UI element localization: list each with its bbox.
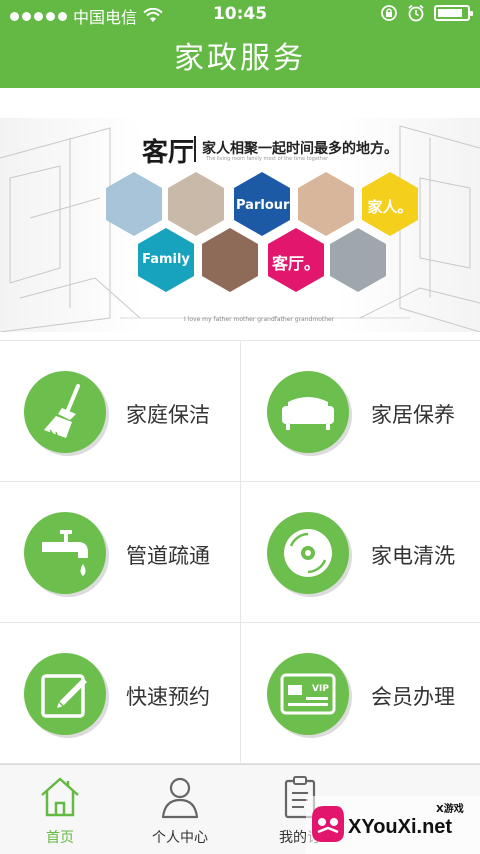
banner-title: 客厅 [142, 138, 195, 168]
service-membership[interactable]: VIP 会员办理 [240, 623, 480, 764]
service-grid: 家庭保洁 家居保养 管道疏通 家电清洗 快速预约 VIP 会员办理 [0, 340, 480, 764]
home-icon [41, 777, 79, 817]
watermark-small-text: X游戏 [436, 804, 464, 815]
hex-label-family: Family [142, 252, 190, 267]
service-home-cleaning[interactable]: 家庭保洁 [0, 341, 240, 482]
service-appliance-cleaning[interactable]: 家电清洗 [240, 482, 480, 623]
tab-profile[interactable]: 个人中心 [120, 765, 240, 854]
user-icon [161, 777, 199, 819]
service-pipe-dredging[interactable]: 管道疏通 [0, 482, 240, 623]
service-label: 快速预约 [126, 685, 210, 709]
rotation-lock-icon [381, 5, 397, 21]
service-label: 家庭保洁 [126, 403, 210, 427]
status-right [380, 4, 473, 22]
tab-label: 个人中心 [152, 830, 208, 846]
service-label: 家居保养 [371, 403, 455, 427]
header-bar: 家政服务 [0, 28, 480, 88]
alarm-icon [408, 4, 424, 22]
banner-subtitle: 家人相聚一起时间最多的地方。 [202, 141, 398, 157]
edit-icon [24, 653, 106, 735]
page-title: 家政服务 [174, 41, 306, 76]
svg-text:VIP: VIP [312, 684, 329, 694]
hex-grid [106, 172, 418, 292]
hex-label-family-cn: 家人。 [367, 198, 413, 216]
banner-image[interactable]: 客厅 家人相聚一起时间最多的地方。 The living room family… [0, 118, 480, 332]
battery-icon [434, 5, 473, 21]
service-quick-booking[interactable]: 快速预约 [0, 623, 240, 764]
disc-icon [267, 512, 349, 594]
service-label: 管道疏通 [126, 544, 210, 568]
watermark-domain: XYouXi.net [348, 816, 453, 838]
banner-footer: I love my father mother grandfather gran… [184, 316, 335, 323]
watermark: X游戏 XYouXi.net [306, 796, 480, 854]
tab-home[interactable]: 首页 [0, 765, 120, 854]
watermark-logo [312, 806, 344, 842]
service-furniture-care[interactable]: 家居保养 [240, 341, 480, 482]
broom-icon [24, 371, 106, 453]
service-label: 家电清洗 [371, 544, 455, 568]
hex-label-living-room: 客厅。 [271, 254, 320, 273]
banner-divider [194, 136, 196, 162]
hex-label-parlour: Parlour [236, 198, 290, 213]
status-bar: 中国电信 10:45 [0, 0, 480, 28]
tab-label: 首页 [46, 830, 74, 846]
service-label: 会员办理 [371, 685, 455, 709]
sofa-icon [267, 371, 349, 453]
faucet-icon [24, 512, 106, 594]
vip-card-icon: VIP [267, 653, 349, 735]
banner-tagline: The living room family most of the time … [206, 156, 329, 162]
